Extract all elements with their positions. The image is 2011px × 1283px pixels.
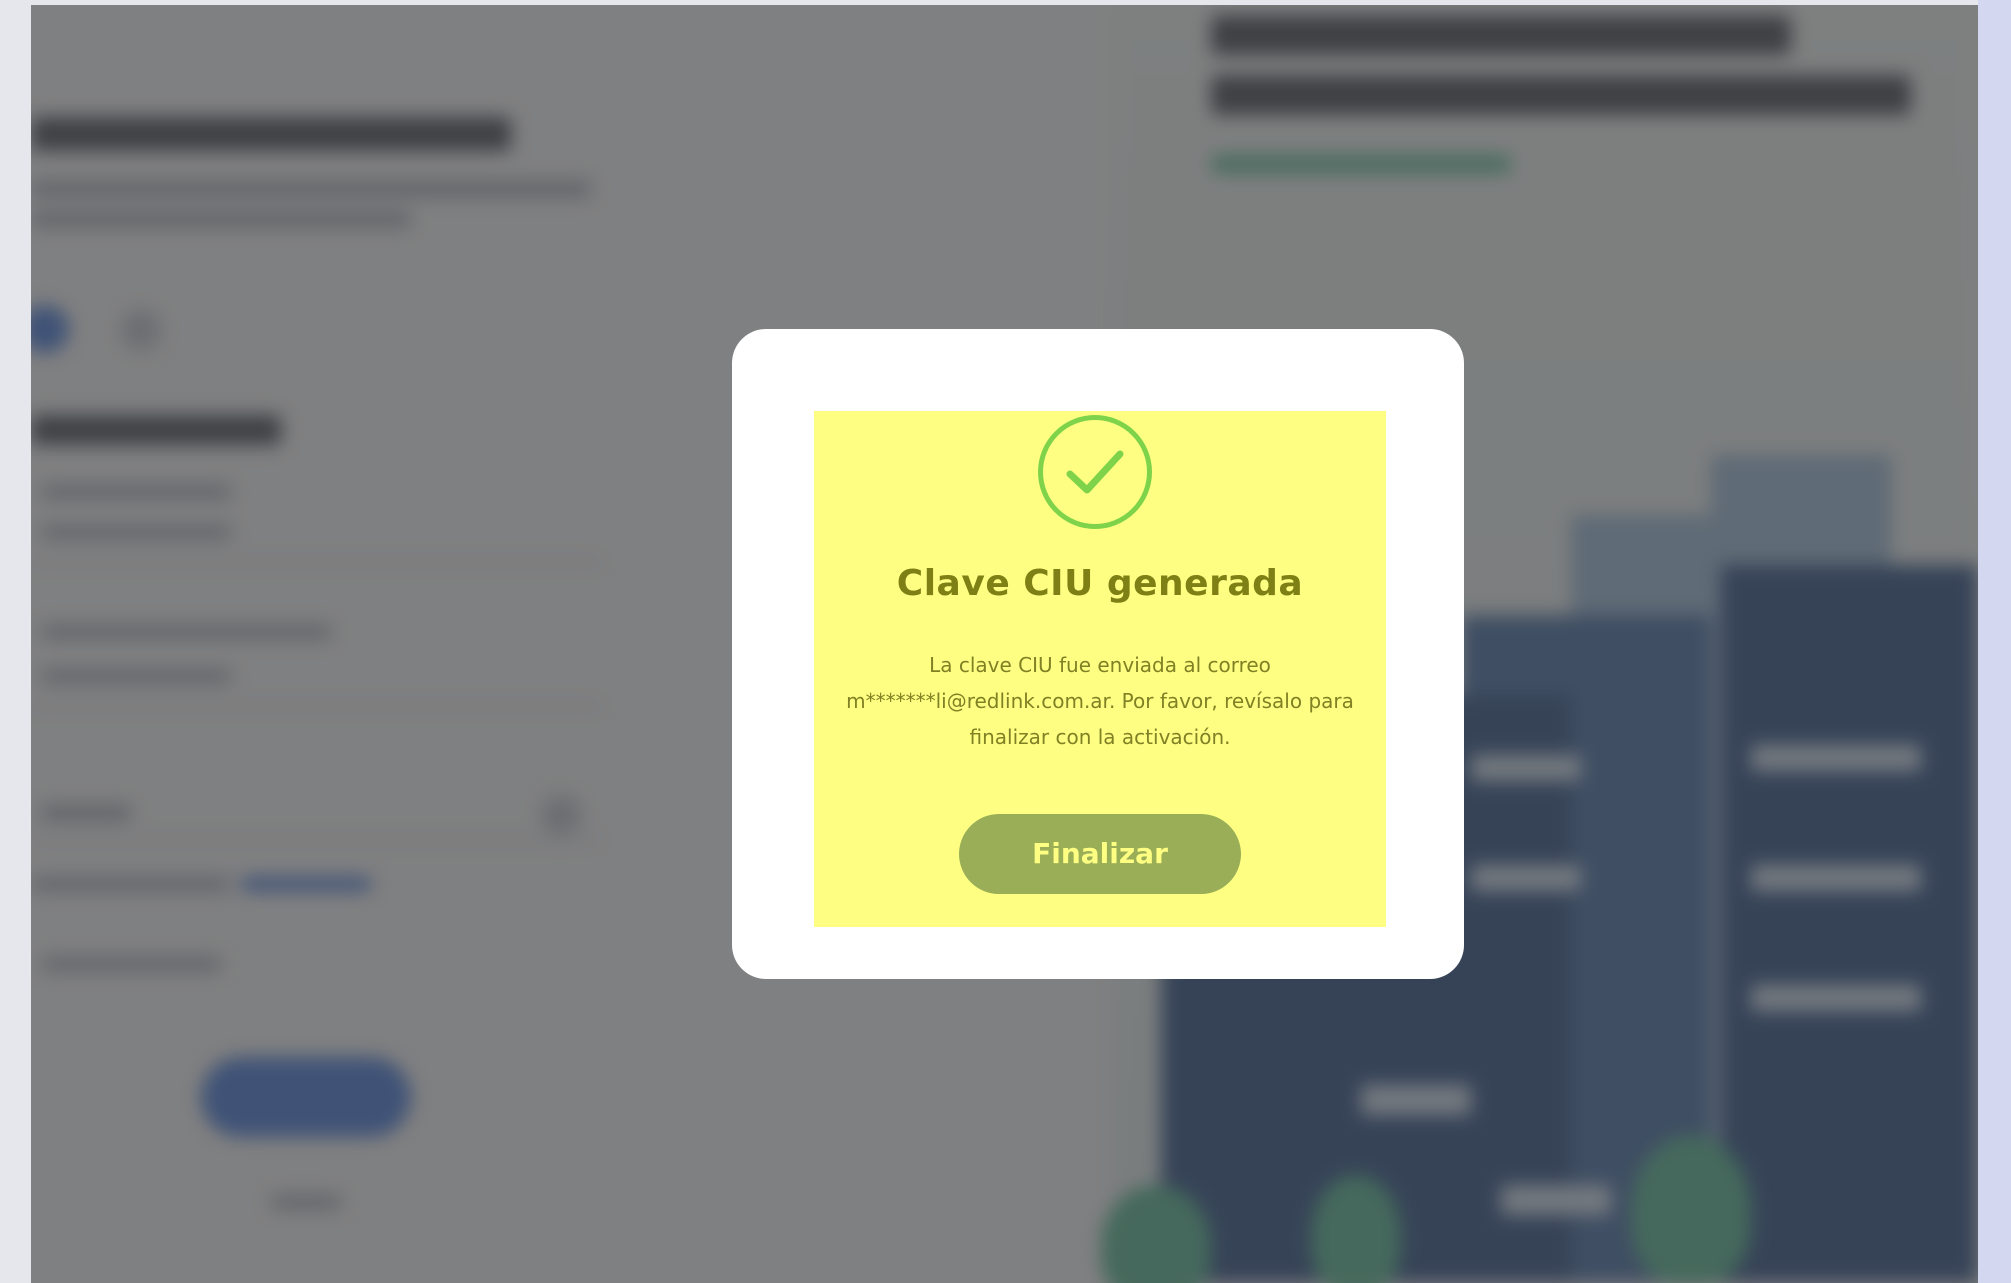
dialog-message-line: finalizar con la activación.: [969, 725, 1231, 749]
checkmark-icon: [1066, 450, 1124, 494]
check-circle-icon: [1038, 415, 1152, 529]
success-dialog: Clave CIU generada La clave CIU fue envi…: [732, 329, 1464, 979]
dialog-message: La clave CIU fue enviada al correo m****…: [822, 647, 1378, 755]
left-margin: [0, 0, 31, 1283]
dialog-message-line: m*******li@redlink.com.ar. Por favor, re…: [846, 689, 1354, 713]
finalize-button[interactable]: Finalizar: [959, 814, 1241, 894]
right-margin: [1978, 0, 2011, 1283]
browser-viewport: Clave CIU generada La clave CIU fue envi…: [31, 5, 1978, 1283]
dialog-title: Clave CIU generada: [896, 563, 1304, 604]
dialog-message-line: La clave CIU fue enviada al correo: [929, 653, 1271, 677]
dialog-content: Clave CIU generada La clave CIU fue envi…: [814, 411, 1386, 927]
